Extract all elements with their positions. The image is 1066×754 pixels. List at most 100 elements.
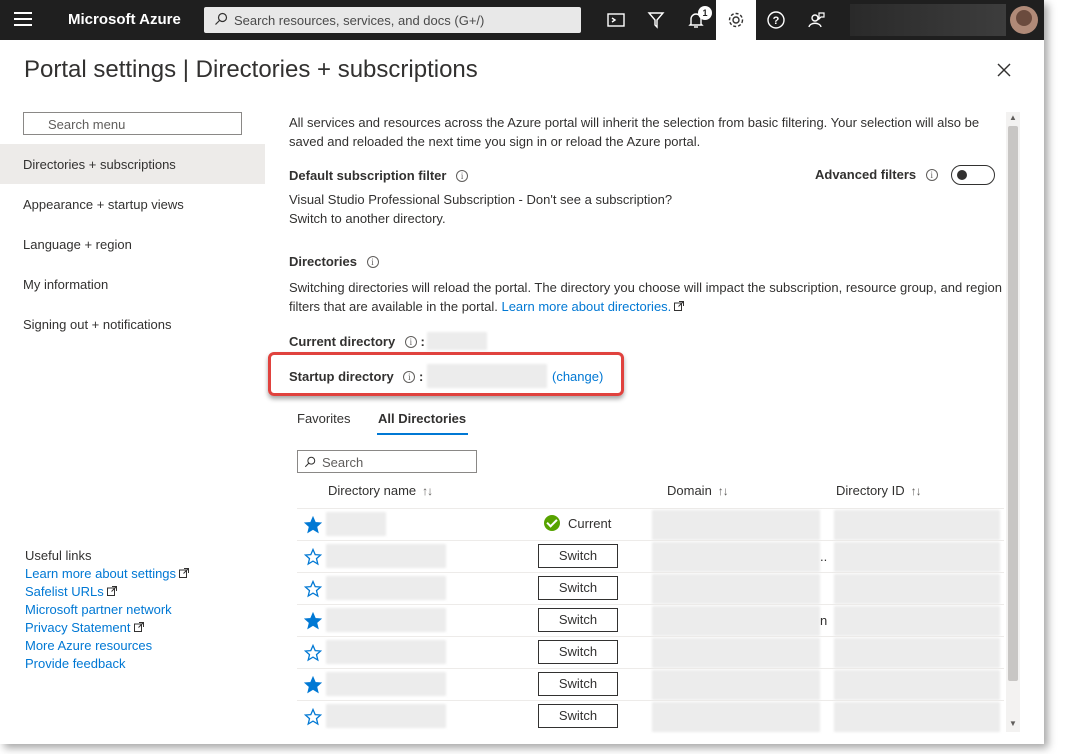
useful-link-privacy[interactable]: Privacy Statement [25, 620, 144, 635]
switch-directory-button[interactable]: Switch [538, 576, 618, 600]
startup-directory-highlight [268, 352, 624, 396]
brand-title[interactable]: Microsoft Azure [68, 11, 181, 28]
directory-filter-icon [647, 12, 665, 29]
menu-item-directories-subscriptions[interactable]: Directories + subscriptions [0, 144, 265, 184]
switch-directory-button[interactable]: Switch [538, 704, 618, 728]
cloud-shell-button[interactable] [596, 0, 636, 40]
directory-id-redacted [834, 574, 1000, 604]
domain-redacted [652, 606, 820, 636]
info-icon[interactable]: i [925, 169, 938, 181]
scroll-up-arrow-icon[interactable]: ▲ [1009, 113, 1017, 122]
sort-icon[interactable]: ↑↓ [911, 484, 922, 498]
tab-favorites[interactable]: Favorites [297, 411, 350, 426]
advanced-filters-toggle[interactable] [951, 165, 995, 185]
directory-name-redacted [326, 672, 446, 696]
switch-directory-button[interactable]: Switch [538, 640, 618, 664]
menu-item-my-information[interactable]: My information [0, 264, 265, 304]
menu-item-appearance[interactable]: Appearance + startup views [0, 184, 265, 224]
domain-redacted [652, 542, 820, 572]
directory-name-redacted [326, 640, 446, 664]
favorite-star-outline-icon[interactable] [304, 580, 322, 598]
directories-description: Switching directories will reload the po… [289, 278, 1005, 316]
external-link-icon [179, 568, 190, 578]
settings-button[interactable] [716, 0, 756, 40]
menu-search-placeholder: Search menu [48, 117, 126, 132]
switch-directory-button[interactable]: Switch [538, 608, 618, 632]
feedback-button[interactable] [796, 0, 836, 40]
useful-links-title: Useful links [25, 548, 92, 563]
favorite-star-outline-icon[interactable] [304, 548, 322, 566]
directory-id-redacted [834, 606, 1000, 636]
directories-label: Directories [289, 254, 357, 269]
subscription-text: Visual Studio Professional Subscription … [289, 190, 672, 228]
useful-link-azure-resources[interactable]: More Azure resources [25, 638, 152, 653]
help-button[interactable]: ? [756, 0, 796, 40]
info-icon[interactable]: i [366, 256, 379, 268]
directories-desc-line-1: Switching directories will reload the po… [289, 280, 1002, 295]
column-directory-id-label: Directory ID [836, 483, 905, 498]
close-icon[interactable] [994, 60, 1014, 80]
info-icon[interactable]: i [456, 170, 469, 182]
directory-filter-button[interactable] [636, 0, 676, 40]
switch-directory-line: Switch to another directory. [289, 211, 446, 226]
scroll-thumb[interactable] [1008, 126, 1018, 681]
scroll-down-arrow-icon[interactable]: ▼ [1009, 719, 1017, 728]
gear-icon [728, 12, 744, 28]
intro-line-1: All services and resources across the Az… [289, 115, 980, 130]
svg-text:?: ? [773, 15, 780, 27]
directory-id-redacted [834, 702, 1000, 732]
useful-link-safelist[interactable]: Safelist URLs [25, 584, 117, 599]
useful-link-partner-network[interactable]: Microsoft partner network [25, 602, 172, 617]
menu-item-signing-out[interactable]: Signing out + notifications [0, 304, 265, 344]
useful-link-privacy-label: Privacy Statement [25, 620, 131, 635]
directory-search-placeholder: Search [322, 455, 364, 470]
current-directory-label: Current directory [289, 334, 396, 349]
top-bar: Microsoft Azure Search resources, servic… [0, 0, 1044, 40]
useful-link-learn-more[interactable]: Learn more about settings [25, 566, 190, 581]
directories-heading: Directories i [289, 252, 379, 271]
domain-redacted [652, 510, 820, 540]
useful-link-feedback[interactable]: Provide feedback [25, 656, 125, 671]
column-header-domain[interactable]: Domain ↑↓ [667, 483, 729, 498]
default-subscription-filter-label: Default subscription filter [289, 168, 447, 183]
directory-id-redacted [834, 638, 1000, 668]
useful-link-safelist-label: Safelist URLs [25, 584, 104, 599]
domain-redacted [652, 574, 820, 604]
domain-truncated-text: n [820, 613, 828, 628]
notifications-button[interactable]: 1 [676, 0, 716, 40]
avatar[interactable] [1010, 6, 1038, 34]
favorite-star-filled-icon[interactable] [304, 676, 322, 694]
switch-directory-button[interactable]: Switch [538, 544, 618, 568]
checkmark-icon [544, 515, 560, 531]
learn-more-directories-link[interactable]: Learn more about directories. [501, 299, 671, 314]
current-status-label: Current [568, 516, 612, 531]
switch-directory-button[interactable]: Switch [538, 672, 618, 696]
favorite-star-filled-icon[interactable] [304, 612, 322, 630]
favorite-star-outline-icon[interactable] [304, 644, 322, 662]
tab-all-directories[interactable]: All Directories [378, 411, 466, 426]
favorite-star-filled-icon[interactable] [304, 516, 322, 534]
cloud-shell-icon [607, 13, 625, 27]
table-row-divider [297, 636, 1004, 637]
global-search-input[interactable]: Search resources, services, and docs (G+… [204, 7, 581, 33]
sort-icon[interactable]: ↑↓ [422, 484, 433, 498]
active-tab-indicator [377, 433, 468, 435]
hamburger-menu-icon[interactable] [14, 12, 32, 28]
menu-search-input[interactable]: Search menu [23, 112, 242, 135]
info-icon[interactable]: i [404, 336, 417, 348]
table-row-divider [297, 604, 1004, 605]
domain-redacted [652, 670, 820, 700]
global-search-placeholder: Search resources, services, and docs (G+… [234, 13, 485, 28]
column-header-directory-name[interactable]: Directory name ↑↓ [328, 483, 433, 498]
directory-search-input[interactable]: Search [297, 450, 477, 473]
domain-redacted [652, 702, 820, 732]
sort-icon[interactable]: ↑↓ [718, 484, 729, 498]
favorite-star-outline-icon[interactable] [304, 708, 322, 726]
column-header-directory-id[interactable]: Directory ID ↑↓ [836, 483, 922, 498]
directory-name-redacted [326, 704, 446, 728]
current-directory-value-redacted [427, 332, 487, 350]
menu-item-language-region[interactable]: Language + region [0, 224, 265, 264]
page-title-separator: | [182, 56, 189, 83]
account-info[interactable] [850, 4, 1006, 36]
default-subscription-filter-heading: Default subscription filter i [289, 166, 469, 185]
